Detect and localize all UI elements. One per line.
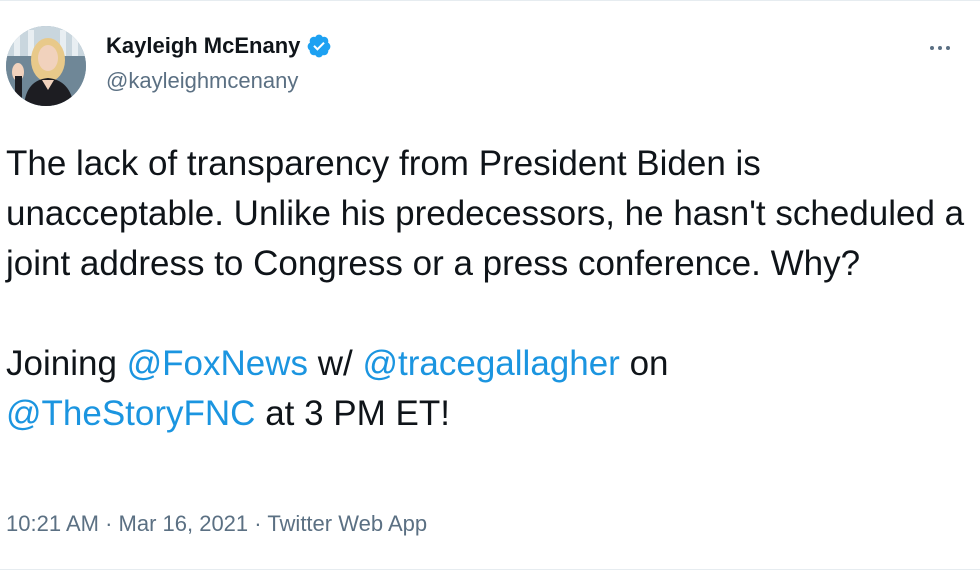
name-row: Kayleigh McEnany: [106, 31, 332, 61]
tweet-metadata: 10:21 AM · Mar 16, 2021 · Twitter Web Ap…: [6, 509, 427, 539]
tweet-date: Mar 16, 2021: [118, 511, 249, 536]
tweet-card: Kayleigh McEnany @kayleighmcenany The la…: [0, 0, 980, 588]
author-block: Kayleigh McEnany @kayleighmcenany: [106, 31, 332, 95]
display-name[interactable]: Kayleigh McEnany: [106, 31, 300, 61]
tweet-timestamp-link[interactable]: 10:21 AM · Mar 16, 2021: [6, 511, 248, 536]
tweet-text-fragment: w/: [308, 344, 363, 383]
user-handle[interactable]: @kayleighmcenany: [106, 67, 332, 95]
mention-link-thestoryfnc[interactable]: @TheStoryFNC: [6, 394, 255, 433]
meta-separator: ·: [248, 511, 268, 536]
mention-link-tracegallagher[interactable]: @tracegallagher: [363, 344, 620, 383]
tweet-paragraph-1: The lack of transparency from President …: [6, 144, 965, 283]
more-horizontal-icon: [928, 46, 952, 50]
profile-photo: [6, 26, 86, 106]
mention-link-foxnews[interactable]: @FoxNews: [127, 344, 308, 383]
tweet-text-fragment: at 3 PM ET!: [255, 394, 450, 433]
tweet-paragraph-2: Joining @FoxNews w/ @tracegallagher on @…: [6, 339, 966, 439]
bottom-divider: [0, 569, 980, 570]
tweet-time: 10:21 AM: [6, 511, 99, 536]
more-options-button[interactable]: [922, 33, 958, 63]
verified-badge-icon: [306, 33, 332, 59]
tweet-text: The lack of transparency from President …: [6, 139, 966, 439]
tweet-source-link[interactable]: Twitter Web App: [267, 511, 427, 536]
tweet-text-fragment: on: [619, 344, 669, 383]
tweet-text-fragment: Joining: [6, 344, 127, 383]
meta-separator: ·: [98, 511, 119, 536]
avatar[interactable]: [6, 26, 86, 106]
